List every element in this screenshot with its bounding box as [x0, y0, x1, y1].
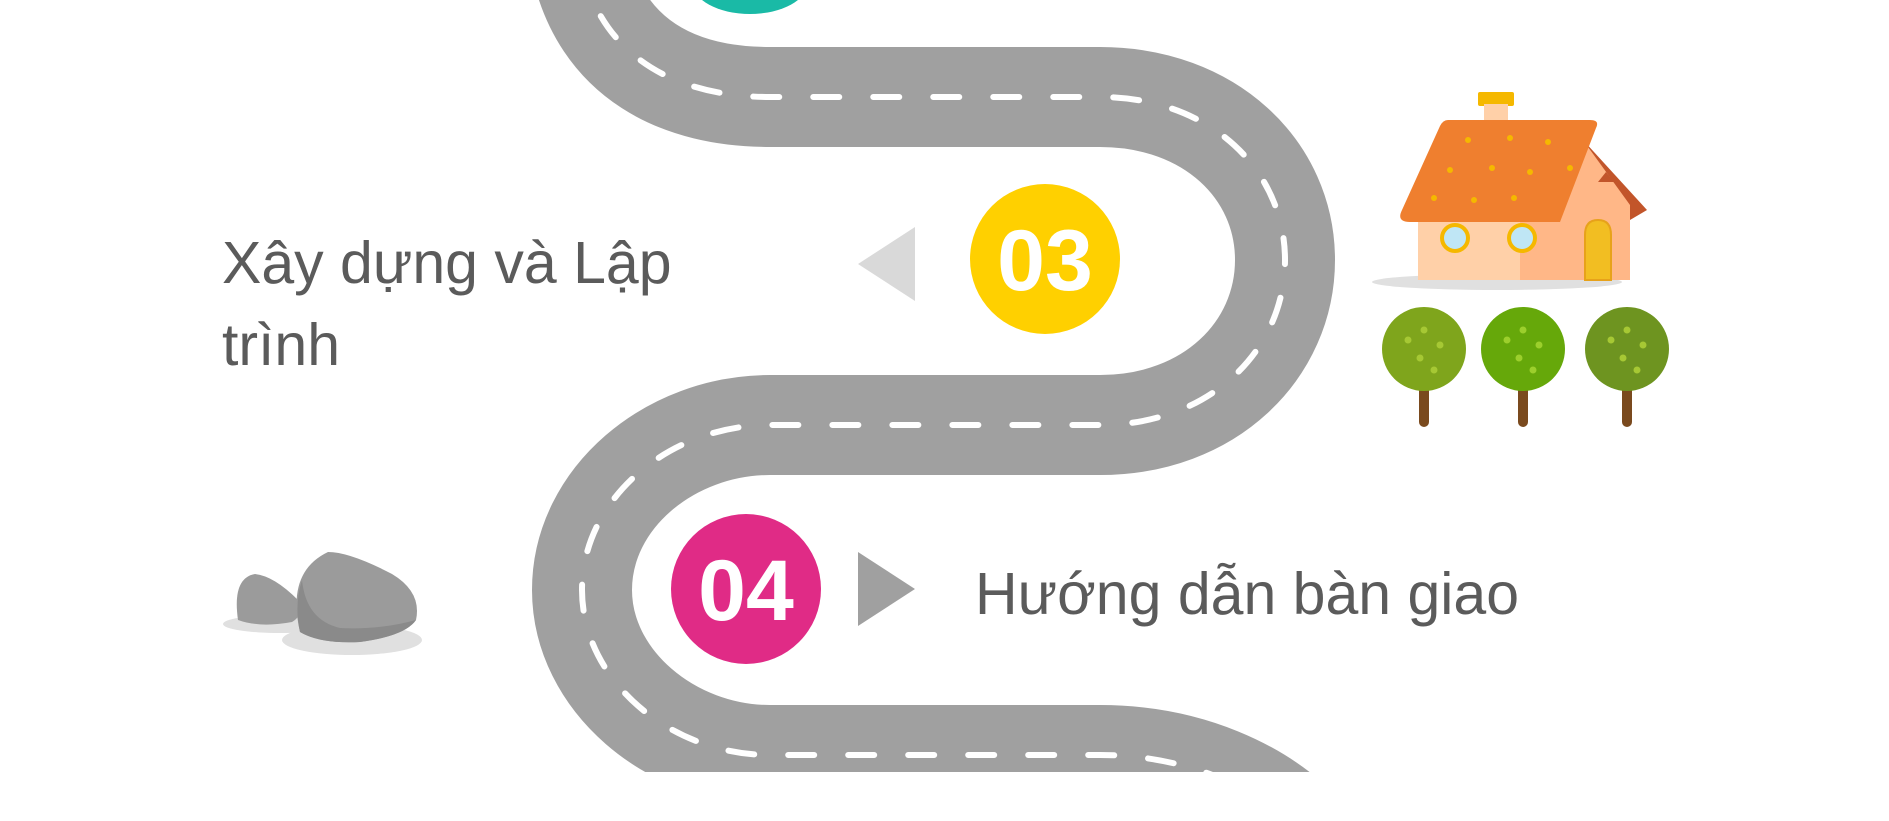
rocks-icon [223, 552, 422, 655]
roadmap-diagram: 03 04 Xây dựng và Lập trình Hướng dẫn bà… [0, 0, 1889, 816]
step-04-label: Hướng dẫn bàn giao [975, 553, 1519, 635]
roadmap-canvas: 03 04 [223, 0, 1669, 772]
arrow-right-icon [858, 552, 915, 626]
arrow-left-icon [858, 227, 915, 301]
step-04-number: 04 [698, 543, 794, 639]
step-03-number: 03 [997, 213, 1093, 309]
tree-icon [1382, 307, 1466, 427]
winding-road [532, 0, 1335, 772]
step-03: 03 [858, 184, 1120, 334]
step-03-label-line-2: trình [222, 312, 341, 378]
house-icon [1372, 92, 1647, 290]
tree-icon [1585, 307, 1669, 427]
step-03-label-line-1: Xây dựng và Lập [222, 230, 672, 296]
step-04: 04 [671, 514, 915, 664]
step-03-label: Xây dựng và Lập trình [222, 222, 672, 386]
step-04-label-line-1: Hướng dẫn bàn giao [975, 561, 1520, 627]
previous-step-circle [702, 0, 798, 14]
tree-icon [1481, 307, 1565, 427]
